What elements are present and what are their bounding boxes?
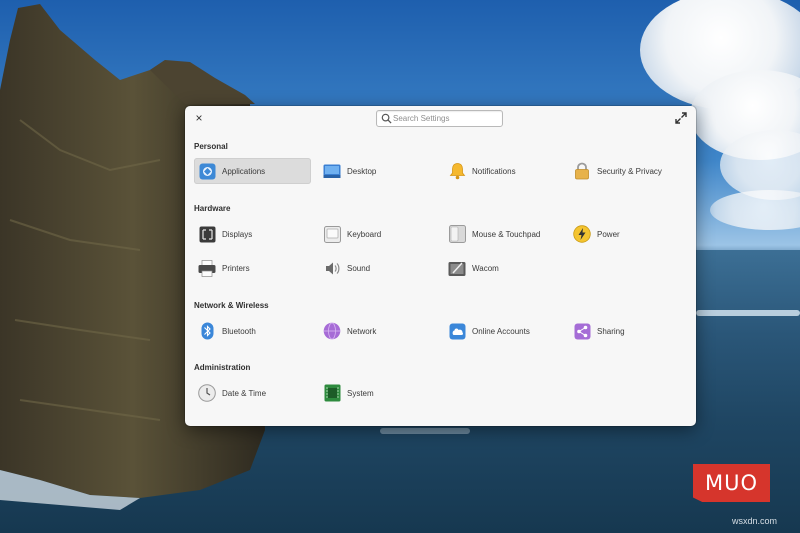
bluetooth-icon [198,322,216,340]
settings-item-printers[interactable]: Printers [194,255,311,281]
close-button[interactable]: × [191,110,207,126]
section-title-network-wireless: Network & Wireless [194,301,269,310]
settings-item-system[interactable]: System [319,380,436,406]
settings-item-network[interactable]: Network [319,318,436,344]
settings-item-bluetooth[interactable]: Bluetooth [194,318,311,344]
item-label: Notifications [472,166,516,176]
search-box[interactable] [376,110,503,127]
search-input[interactable] [393,111,497,126]
item-label: Bluetooth [222,326,256,336]
sound-speaker-icon [323,259,341,277]
item-label: System [347,388,374,398]
section-title-personal: Personal [194,142,228,151]
network-globe-icon [323,322,341,340]
item-label: Security & Privacy [597,166,662,176]
online-accounts-cloud-icon [448,322,466,340]
search-icon [381,113,392,124]
wacom-tablet-icon [448,259,466,277]
maximize-button[interactable] [674,111,688,125]
desktop-icon [323,162,341,180]
displays-icon [198,225,216,243]
system-chip-icon [323,384,341,402]
item-label: Keyboard [347,229,382,239]
settings-item-sound[interactable]: Sound [319,255,436,281]
item-label: Power [597,229,620,239]
settings-item-desktop[interactable]: Desktop [319,158,436,184]
section-title-hardware: Hardware [194,204,231,213]
item-label: Online Accounts [472,326,530,336]
settings-item-notifications[interactable]: Notifications [444,158,561,184]
security-lock-icon [573,162,591,180]
date-time-clock-icon [198,384,216,402]
item-label: Sound [347,263,371,273]
section-title-administration: Administration [194,363,251,372]
item-label: Printers [222,263,250,273]
settings-item-sharing[interactable]: Sharing [569,318,686,344]
item-label: Wacom [472,263,499,273]
applications-icon [198,162,216,180]
printer-icon [198,259,216,277]
item-label: Date & Time [222,388,267,398]
item-label: Sharing [597,326,625,336]
item-label: Applications [222,166,266,176]
settings-item-mouse-touchpad[interactable]: Mouse & Touchpad [444,221,561,247]
titlebar: × [185,106,696,130]
settings-item-date-time[interactable]: Date & Time [194,380,311,406]
settings-item-keyboard[interactable]: Keyboard [319,221,436,247]
settings-item-applications[interactable]: Applications [194,158,311,184]
settings-item-online-accounts[interactable]: Online Accounts [444,318,561,344]
settings-item-power[interactable]: Power [569,221,686,247]
item-label: Displays [222,229,253,239]
power-bolt-icon [573,225,591,243]
sharing-icon [573,322,591,340]
settings-item-security-privacy[interactable]: Security & Privacy [569,158,686,184]
item-label: Desktop [347,166,377,176]
notifications-bell-icon [448,162,466,180]
mouse-touchpad-icon [448,225,466,243]
keyboard-icon [323,225,341,243]
settings-item-wacom[interactable]: Wacom [444,255,561,281]
item-label: Network [347,326,377,336]
muo-logo: MUO [693,464,770,502]
settings-item-displays[interactable]: Displays [194,221,311,247]
settings-window: × Personal Applications Desktop Notifica… [185,106,696,426]
watermark: wsxdn.com [732,516,778,526]
item-label: Mouse & Touchpad [472,229,541,239]
